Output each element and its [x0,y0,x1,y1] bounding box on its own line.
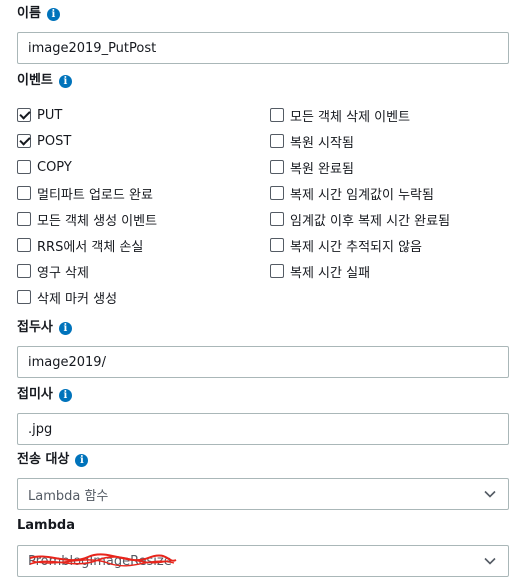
prefix-input[interactable]: image2019/ [17,346,509,378]
chevron-down-icon [484,490,496,498]
suffix-label: 접미사 i [17,387,72,403]
name-label: 이름 i [17,6,60,22]
checkbox[interactable] [17,290,31,304]
event-checkbox-row[interactable]: 영구 삭제 [17,263,89,281]
info-icon[interactable]: i [58,321,72,335]
prefix-label-text: 접두사 [17,320,53,335]
event-checkbox-row[interactable]: COPY [17,159,72,175]
event-checkbox-row[interactable]: RRS에서 객체 손실 [17,237,144,255]
event-checkbox-label: 임계값 이후 복제 시간 완료됨 [290,213,451,229]
checkbox[interactable] [270,186,284,200]
event-checkbox-label: 영구 삭제 [37,265,89,281]
event-checkbox-row[interactable]: 복제 시간 실패 [270,263,371,281]
destination-label: 전송 대상 i [17,452,89,468]
checkbox-checked[interactable] [17,134,31,148]
checkbox[interactable] [270,108,284,122]
suffix-input[interactable]: .jpg [17,413,509,445]
info-icon[interactable]: i [75,453,89,467]
name-label-text: 이름 [17,6,41,21]
info-icon[interactable]: i [58,74,72,88]
event-checkbox-row[interactable]: POST [17,133,71,149]
event-checkbox-row[interactable]: 모든 객체 생성 이벤트 [17,211,158,229]
event-checkbox-row[interactable]: 임계값 이후 복제 시간 완료됨 [270,211,451,229]
event-checkbox-label: 모든 객체 생성 이벤트 [37,213,158,229]
destination-label-text: 전송 대상 [17,452,70,467]
event-checkbox-label: 삭제 마커 생성 [37,291,118,307]
info-icon[interactable]: i [46,7,60,21]
lambda-select[interactable]: PromblogImageResize [17,545,509,577]
lambda-select-value-wrap: PromblogImageResize [28,546,484,576]
event-checkbox-row[interactable]: 복원 완료됨 [270,159,354,177]
lambda-label-text: Lambda [17,518,75,533]
event-checkbox-row[interactable]: 복제 시간 임계값이 누락됨 [270,185,434,203]
checkbox[interactable] [270,264,284,278]
lambda-select-value: PromblogImageResize [28,553,172,569]
event-checkbox-label: 복원 완료됨 [290,161,354,177]
destination-select[interactable]: Lambda 함수 [17,478,509,510]
event-checkbox-label: COPY [37,159,72,175]
event-checkbox-label: 모든 객체 삭제 이벤트 [290,109,411,125]
event-checkbox-row[interactable]: 멀티파트 업로드 완료 [17,185,153,203]
prefix-label: 접두사 i [17,320,72,336]
checkbox[interactable] [270,160,284,174]
event-checkbox-label: PUT [37,107,63,123]
event-checkbox-row[interactable]: PUT [17,107,62,123]
checkbox[interactable] [17,238,31,252]
checkbox[interactable] [17,264,31,278]
checkbox[interactable] [17,160,31,174]
checkbox[interactable] [270,212,284,226]
events-label-text: 이벤트 [17,73,53,88]
checkbox-checked[interactable] [17,108,31,122]
event-checkbox-label: 복제 시간 실패 [290,265,371,281]
checkbox[interactable] [17,212,31,226]
suffix-label-text: 접미사 [17,387,53,402]
destination-select-value: Lambda 함수 [28,488,109,504]
name-input-value: image2019_PutPost [28,40,157,56]
prefix-input-value: image2019/ [28,354,106,370]
event-checkbox-label: POST [37,133,72,149]
event-checkbox-row[interactable]: 모든 객체 삭제 이벤트 [270,107,411,125]
event-checkbox-label: 복제 시간 추적되지 않음 [290,239,422,255]
lambda-label: Lambda [17,518,75,534]
event-checkbox-row[interactable]: 복제 시간 추적되지 않음 [270,237,422,255]
name-input[interactable]: image2019_PutPost [17,32,509,64]
event-checkbox-label: 멀티파트 업로드 완료 [37,187,153,203]
checkbox[interactable] [270,134,284,148]
event-checkbox-row[interactable]: 삭제 마커 생성 [17,289,118,307]
event-checkbox-label: 복원 시작됨 [290,135,354,151]
chevron-down-icon [484,557,496,565]
suffix-input-value: .jpg [28,421,53,437]
checkbox[interactable] [270,238,284,252]
info-icon[interactable]: i [58,388,72,402]
events-label: 이벤트 i [17,73,72,89]
event-checkbox-row[interactable]: 복원 시작됨 [270,133,354,151]
event-checkbox-label: 복제 시간 임계값이 누락됨 [290,187,434,203]
checkbox[interactable] [17,186,31,200]
event-checkbox-label: RRS에서 객체 손실 [37,239,144,255]
